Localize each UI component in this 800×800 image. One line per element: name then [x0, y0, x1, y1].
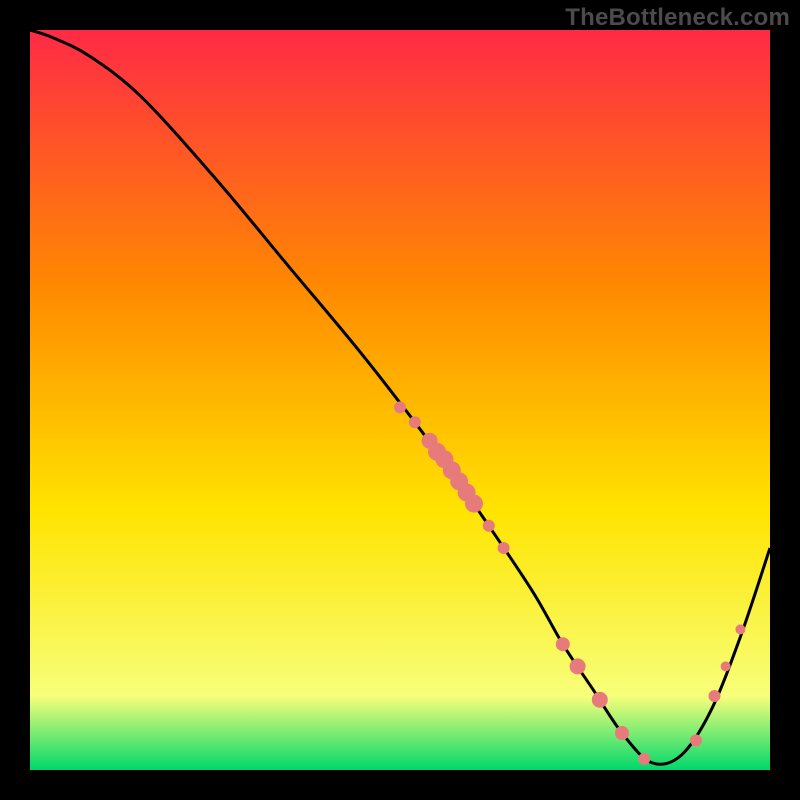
curve-marker: [570, 658, 586, 674]
curve-marker: [735, 624, 745, 634]
curve-marker: [483, 520, 495, 532]
plot-area: [30, 30, 770, 770]
curve-marker: [409, 416, 421, 428]
gradient-backdrop: [30, 30, 770, 770]
curve-marker: [690, 734, 702, 746]
chart-frame: TheBottleneck.com: [0, 0, 800, 800]
chart-svg: [30, 30, 770, 770]
curve-marker: [721, 661, 731, 671]
curve-marker: [465, 495, 483, 513]
curve-marker: [592, 692, 608, 708]
curve-marker: [498, 542, 510, 554]
curve-marker: [615, 726, 629, 740]
curve-marker: [394, 401, 406, 413]
curve-marker: [638, 753, 650, 765]
curve-marker: [556, 637, 570, 651]
watermark-text: TheBottleneck.com: [565, 4, 790, 32]
curve-marker: [709, 690, 721, 702]
